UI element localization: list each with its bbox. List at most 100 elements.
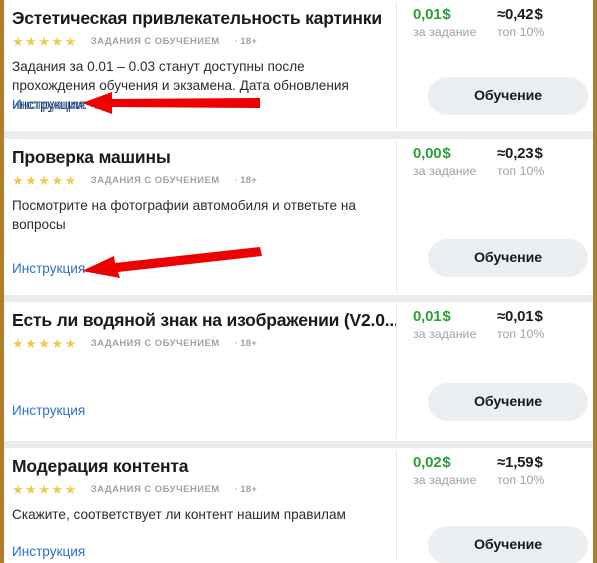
task-card-content: Модерация контента ★ ★ ★ ★ ★ ЗАДАНИЯ С ОБУЧЕ… (4, 448, 396, 563)
training-button[interactable]: Обучение (428, 383, 588, 421)
instruction-link[interactable]: Инструкция (12, 97, 85, 113)
approx-symbol: ≈ (497, 308, 506, 325)
price-per-task-value: 0,01$ (413, 6, 497, 23)
training-button[interactable]: Обучение (428, 526, 588, 563)
price-group: 0,00$ за задание ≈0,23$ топ 10% (397, 145, 593, 178)
price-per-task-value: 0,01$ (413, 308, 497, 325)
price-amount: 1,59 (505, 454, 534, 471)
rating-stars: ★ ★ ★ ★ ★ (12, 483, 78, 496)
star-icon: ★ (38, 33, 52, 49)
task-card[interactable]: Эстетическая привлекательность картинки … (4, 0, 593, 131)
currency-symbol: $ (442, 145, 451, 162)
task-card-content: Проверка машины ★ ★ ★ ★ ★ ЗАДАНИЯ С ОБУЧЕНИЕ… (4, 139, 396, 295)
price-top-label: топ 10% (497, 327, 545, 341)
currency-symbol: $ (442, 454, 451, 471)
price-amount: 0,01 (413, 6, 442, 23)
approx-symbol: ≈ (497, 454, 506, 471)
currency-symbol: $ (534, 454, 543, 471)
star-icon: ★ (25, 172, 39, 188)
price-group: 0,02$ за задание ≈1,59$ топ 10% (397, 454, 593, 487)
task-category-label: ЗАДАНИЯ С ОБУЧЕНИЕМ (90, 174, 220, 186)
price-top: ≈1,59$ топ 10% (497, 454, 581, 487)
price-group: 0,01$ за задание ≈0,01$ топ 10% (397, 308, 593, 341)
task-card[interactable]: Модерация контента ★ ★ ★ ★ ★ ЗАДАНИЯ С ОБУЧЕ… (4, 448, 593, 563)
task-title: Модерация контента (12, 456, 189, 476)
approx-symbol: ≈ (497, 145, 506, 162)
instruction-link[interactable]: Инструкция (12, 544, 85, 560)
meta-separator: · (234, 483, 239, 495)
star-icon: ★ (51, 172, 65, 188)
age-restriction-label: 18+ (240, 174, 257, 186)
task-meta-row: ★ ★ ★ ★ ★ ЗАДАНИЯ С ОБУЧЕНИЕМ · 18+ (12, 34, 396, 48)
age-restriction-label: 18+ (240, 483, 257, 495)
task-list: Эстетическая привлекательность картинки … (4, 0, 593, 563)
price-amount: 0,01 (505, 308, 534, 325)
currency-symbol: $ (534, 145, 543, 162)
star-icon: ★ (64, 172, 78, 188)
currency-symbol: $ (442, 308, 451, 325)
currency-symbol: $ (534, 308, 543, 325)
price-per-task: 0,00$ за задание (413, 145, 497, 178)
currency-symbol: $ (534, 6, 543, 23)
price-per-task-label: за задание (413, 164, 477, 178)
task-meta-row: ★ ★ ★ ★ ★ ЗАДАНИЯ С ОБУЧЕНИЕМ · 18+ (12, 336, 396, 350)
age-restriction-label: 18+ (240, 35, 257, 47)
price-amount: 0,00 (413, 145, 442, 162)
training-button[interactable]: Обучение (428, 77, 588, 115)
star-icon: ★ (51, 335, 65, 351)
price-top: ≈0,23$ топ 10% (497, 145, 581, 178)
price-per-task-label: за задание (413, 473, 477, 487)
task-meta-row: ★ ★ ★ ★ ★ ЗАДАНИЯ С ОБУЧЕНИЕМ · 18+ (12, 482, 396, 496)
price-per-task: 0,01$ за задание (413, 6, 497, 39)
task-category-label: ЗАДАНИЯ С ОБУЧЕНИЕМ (90, 337, 220, 349)
price-top-label: топ 10% (497, 473, 545, 487)
task-title: Проверка машины (12, 147, 171, 167)
task-card-aside: 0,02$ за задание ≈1,59$ топ 10% Обучение (397, 448, 593, 563)
rating-stars: ★ ★ ★ ★ ★ (12, 35, 78, 48)
task-card-content: Эстетическая привлекательность картинки … (4, 0, 396, 131)
price-per-task: 0,01$ за задание (413, 308, 497, 341)
price-amount: 0,01 (413, 308, 442, 325)
star-icon: ★ (12, 335, 26, 351)
price-amount: 0,23 (505, 145, 534, 162)
task-card-content: Есть ли водяной знак на изображении (V2.… (4, 302, 396, 441)
price-top-value: ≈0,01$ (497, 308, 581, 325)
price-amount: 0,02 (413, 454, 442, 471)
price-per-task-value: 0,00$ (413, 145, 497, 162)
training-button[interactable]: Обучение (428, 239, 588, 277)
star-icon: ★ (38, 481, 52, 497)
task-category-label: ЗАДАНИЯ С ОБУЧЕНИЕМ (90, 483, 220, 495)
task-card-aside: 0,01$ за задание ≈0,42$ топ 10% Обучение (397, 0, 593, 131)
price-per-task-value: 0,02$ (413, 454, 497, 471)
star-icon: ★ (38, 335, 52, 351)
price-top-value: ≈0,42$ (497, 6, 581, 23)
price-group: 0,01$ за задание ≈0,42$ топ 10% (397, 6, 593, 39)
star-icon: ★ (12, 172, 26, 188)
price-top-label: топ 10% (497, 25, 545, 39)
price-top: ≈0,01$ топ 10% (497, 308, 581, 341)
meta-separator: · (234, 174, 239, 186)
task-meta-row: ★ ★ ★ ★ ★ ЗАДАНИЯ С ОБУЧЕНИЕМ · 18+ (12, 173, 396, 187)
price-top: ≈0,42$ топ 10% (497, 6, 581, 39)
task-card-aside: 0,00$ за задание ≈0,23$ топ 10% Обучение (397, 139, 593, 295)
rating-stars: ★ ★ ★ ★ ★ (12, 174, 78, 187)
instruction-link[interactable]: Инструкция (12, 403, 85, 419)
task-description: Посмотрите на фотографии автомобиля и от… (12, 198, 356, 232)
price-top-label: топ 10% (497, 164, 545, 178)
star-icon: ★ (64, 481, 78, 497)
task-card[interactable]: Проверка машины ★ ★ ★ ★ ★ ЗАДАНИЯ С ОБУЧЕНИЕ… (4, 139, 593, 295)
task-card-aside: 0,01$ за задание ≈0,01$ топ 10% Обучение (397, 302, 593, 441)
price-top-value: ≈1,59$ (497, 454, 581, 471)
age-restriction-label: 18+ (240, 337, 257, 349)
star-icon: ★ (51, 481, 65, 497)
star-icon: ★ (64, 335, 78, 351)
task-card[interactable]: Есть ли водяной знак на изображении (V2.… (4, 302, 593, 441)
star-icon: ★ (25, 481, 39, 497)
star-icon: ★ (25, 335, 39, 351)
price-per-task-label: за задание (413, 327, 477, 341)
approx-symbol: ≈ (497, 6, 506, 23)
instruction-link[interactable]: Инструкция (12, 261, 85, 277)
task-title: Есть ли водяной знак на изображении (V2.… (12, 310, 396, 330)
price-per-task: 0,02$ за задание (413, 454, 497, 487)
star-icon: ★ (12, 33, 26, 49)
